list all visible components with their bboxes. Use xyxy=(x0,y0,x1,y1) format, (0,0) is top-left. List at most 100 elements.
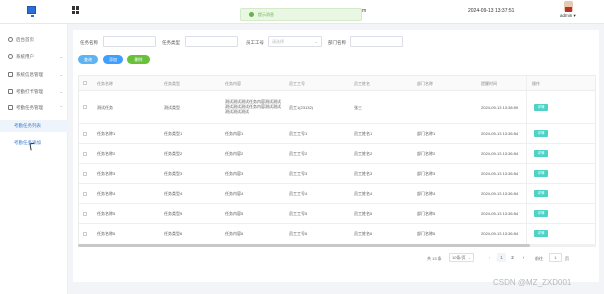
horizontal-scrollbar-thumb[interactable] xyxy=(78,244,530,247)
page-size-select[interactable]: 10条/页 ⌄ xyxy=(449,253,474,262)
cell-remind-time: 2024-09-13 13:38:59 xyxy=(481,105,519,110)
page-suffix: 页 xyxy=(565,256,569,261)
cell-remind-time: 2024-09-13 13:36:54 xyxy=(481,131,519,136)
row-checkbox[interactable] xyxy=(83,192,87,196)
table-row[interactable]: 任务名称1 任务类型1 任务内容1 员工工号1 员工姓名1 部门名称1 2024… xyxy=(79,124,595,144)
dept-input[interactable] xyxy=(350,36,403,47)
col-remind-time[interactable]: 提醒时间 xyxy=(481,81,497,87)
delete-button[interactable]: 删除 xyxy=(127,55,150,64)
cell-task-type: 任务类型2 xyxy=(164,151,183,156)
task-name-label: 任务名称 xyxy=(80,40,98,45)
cell-remind-time: 2024-09-13 13:36:54 xyxy=(481,171,519,176)
row-checkbox[interactable] xyxy=(83,172,87,176)
cell-dept: 部门名称1 xyxy=(417,131,436,136)
data-table: 任务名称 任务类型 任务内容 员工工号 员工姓名 部门名称 提醒时间 操作 测试… xyxy=(78,75,596,246)
sidebar-subitem-task-list[interactable]: 考勤任务列表 xyxy=(0,120,68,132)
table-row[interactable]: 任务名称6 任务类型6 任务内容6 员工工号6 员工姓名6 部门名称6 2024… xyxy=(79,224,595,245)
avatar[interactable] xyxy=(564,1,573,12)
sidebar-item-info[interactable]: 系统信息管理 ⌄ xyxy=(0,68,68,81)
col-dept[interactable]: 部门名称 xyxy=(417,81,433,87)
sidebar-item-label: 系统用户 xyxy=(16,53,34,59)
sidebar-item-tasks[interactable]: 考勤任务管理 ⌃ xyxy=(0,101,68,114)
cell-task-name: 任务名称1 xyxy=(97,131,116,136)
caret-down-icon: ▾ xyxy=(573,13,576,18)
page-2-button[interactable]: 2 xyxy=(508,253,517,262)
sidebar-item-home[interactable]: 后台首页 xyxy=(0,33,68,46)
emp-no-placeholder: 请选择 xyxy=(272,39,284,44)
add-button[interactable]: 添加 xyxy=(103,55,123,64)
prev-page-button[interactable]: ‹ xyxy=(485,253,494,262)
top-bar-text: m xyxy=(362,8,367,14)
table-row[interactable]: 任务名称2 任务类型2 任务内容2 员工工号2 员工姓名2 部门名称2 2024… xyxy=(79,144,595,164)
page-1-button[interactable]: 1 xyxy=(497,253,506,262)
home-icon xyxy=(8,37,13,42)
task-type-label: 任务类型 xyxy=(162,40,180,45)
emp-no-select[interactable]: 请选择 ⌄ xyxy=(268,36,322,47)
cell-emp-name: 员工姓名5 xyxy=(354,211,373,216)
chevron-up-icon: ⌃ xyxy=(59,105,63,110)
content-line: 测试测试测试 xyxy=(225,109,249,114)
table-row[interactable]: 测试任务 测试类型 测试测试测试任务内容测试测试 测试测试测试任务内容测试测试 … xyxy=(79,91,595,124)
chevron-down-icon: ⌄ xyxy=(59,54,63,59)
cell-task-name: 任务名称2 xyxy=(97,151,116,156)
cell-emp-name: 员工姓名1 xyxy=(354,131,373,136)
cell-dept: 部门名称2 xyxy=(417,151,436,156)
next-page-button[interactable]: › xyxy=(519,253,528,262)
select-all-checkbox[interactable] xyxy=(83,81,87,85)
dept-label: 部门名称 xyxy=(328,40,346,45)
watermark: CSDN @MZ_ZXD001 xyxy=(493,278,572,287)
grid-menu-icon[interactable] xyxy=(72,6,80,14)
task-type-input[interactable] xyxy=(185,36,238,47)
toast-message: 提示消息 xyxy=(258,11,274,17)
sidebar-subitem-label: 考勤任务列表 xyxy=(14,123,41,128)
cell-task-content: 任务内容3 xyxy=(225,171,244,176)
task-name-input[interactable] xyxy=(103,36,156,47)
total-count: 共 13 条 xyxy=(427,256,442,261)
row-checkbox[interactable] xyxy=(83,232,87,236)
user-name: admin xyxy=(560,13,573,18)
chevron-down-icon: ⌄ xyxy=(59,72,63,77)
cell-emp-name: 员工姓名4 xyxy=(354,191,373,196)
table-header: 任务名称 任务类型 任务内容 员工工号 员工姓名 部门名称 提醒时间 操作 xyxy=(79,76,595,91)
cell-task-content: 任务内容6 xyxy=(225,231,244,236)
current-datetime: 2024-09-13 13:37:51 xyxy=(468,8,515,14)
user-icon xyxy=(8,54,13,59)
success-toast: 提示消息 xyxy=(240,8,362,21)
sidebar-item-attendance[interactable]: 考勤打卡管理 ⌄ xyxy=(0,85,68,98)
col-task-type[interactable]: 任务类型 xyxy=(164,81,180,87)
top-bar: 提示消息 m 2024-09-13 13:37:51 admin ▾ xyxy=(0,0,604,24)
cell-dept: 部门名称3 xyxy=(417,171,436,176)
chevron-down-icon: ⌄ xyxy=(467,255,471,260)
check-circle-icon xyxy=(249,12,254,17)
search-button[interactable]: 查询 xyxy=(78,55,98,64)
row-checkbox[interactable] xyxy=(83,212,87,216)
table-row[interactable]: 任务名称5 任务类型5 任务内容5 员工工号5 员工姓名5 部门名称5 2024… xyxy=(79,204,595,224)
cell-task-type: 任务类型3 xyxy=(164,171,183,176)
page-size-value: 10条/页 xyxy=(452,254,466,260)
cell-dept: 部门名称5 xyxy=(417,211,436,216)
cell-task-content: 任务内容4 xyxy=(225,191,244,196)
cell-emp-no: 员工工号2 xyxy=(289,151,308,156)
col-task-content[interactable]: 任务内容 xyxy=(225,81,241,87)
list-icon xyxy=(8,72,13,77)
table-row[interactable]: 任务名称4 任务类型4 任务内容4 员工工号4 员工姓名4 部门名称4 2024… xyxy=(79,184,595,204)
cell-emp-no: 员工工号1 xyxy=(289,131,308,136)
chevron-down-icon: ⌄ xyxy=(59,89,63,94)
monitor-logo-icon[interactable] xyxy=(27,6,36,17)
cell-remind-time: 2024-09-13 13:36:54 xyxy=(481,231,519,236)
sidebar-item-users[interactable]: 系统用户 ⌄ xyxy=(0,50,68,63)
emp-no-label: 员工工号 xyxy=(246,40,264,45)
col-emp-name[interactable]: 员工姓名 xyxy=(354,81,370,87)
goto-page-input[interactable]: 1 xyxy=(549,253,562,262)
cell-task-type: 任务类型4 xyxy=(164,191,183,196)
sidebar-subitem-label: 考勤任务添加 xyxy=(14,140,41,145)
table-row[interactable]: 任务名称3 任务类型3 任务内容3 员工工号3 员工姓名3 部门名称3 2024… xyxy=(79,164,595,184)
row-checkbox[interactable] xyxy=(83,152,87,156)
col-task-name[interactable]: 任务名称 xyxy=(97,81,113,87)
cell-emp-no: 员工1(23132) xyxy=(289,105,314,110)
row-checkbox[interactable] xyxy=(83,132,87,136)
row-checkbox[interactable] xyxy=(83,105,87,109)
user-menu[interactable]: admin ▾ xyxy=(560,13,576,19)
col-emp-no[interactable]: 员工工号 xyxy=(289,81,305,87)
sidebar-item-label: 后台首页 xyxy=(16,36,34,42)
